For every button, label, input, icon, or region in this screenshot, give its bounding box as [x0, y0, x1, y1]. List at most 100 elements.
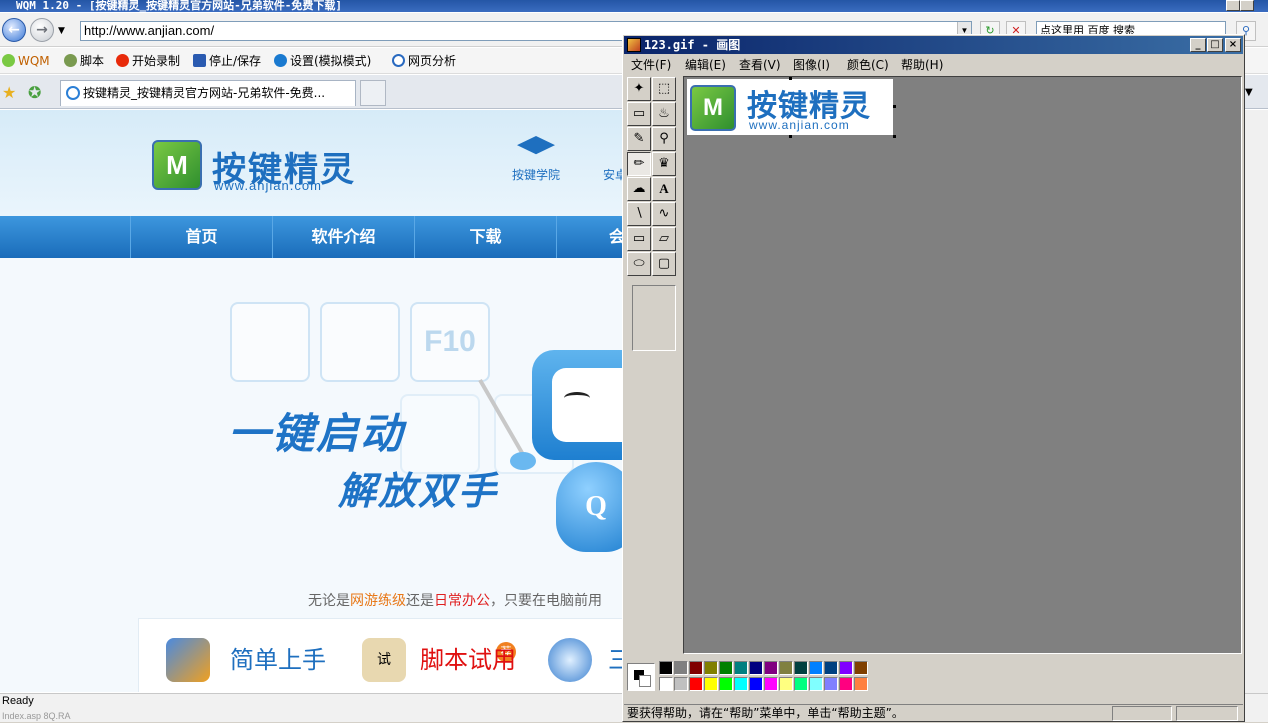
tab-list-icon[interactable]: ▼: [1245, 87, 1253, 98]
color-swatch[interactable]: [824, 677, 838, 691]
nav-member[interactable]: 会: [556, 216, 626, 258]
wqm-menu[interactable]: WQM: [2, 53, 50, 69]
color-swatch[interactable]: [794, 661, 808, 675]
back-button[interactable]: ←: [2, 18, 26, 42]
add-favorite-icon[interactable]: ✪: [28, 83, 41, 102]
easy-start-icon: [166, 638, 210, 682]
menu-view[interactable]: 查看(V): [739, 57, 781, 73]
script-button[interactable]: 脚本: [64, 53, 104, 69]
color-swatch[interactable]: [779, 677, 793, 691]
wand-tip: [510, 452, 536, 470]
history-dropdown-icon[interactable]: ▼: [58, 26, 65, 36]
color-swatch[interactable]: [749, 661, 763, 675]
paint-title: 123.gif - 画图: [644, 38, 741, 52]
color-swatch[interactable]: [689, 677, 703, 691]
color-swatch[interactable]: [779, 661, 793, 675]
magnifier-tool-icon[interactable]: ⚲: [652, 127, 676, 151]
menu-colors[interactable]: 颜色(C): [847, 57, 889, 73]
tool-options-box[interactable]: [632, 285, 676, 351]
page-scrollbar[interactable]: [1244, 110, 1268, 693]
paint-window: 123.gif - 画图 _ □ × 文件(F) 编辑(E) 查看(V) 图像(…: [622, 34, 1245, 722]
favorites-star-icon[interactable]: ★: [2, 83, 16, 102]
color-swatch[interactable]: [719, 661, 733, 675]
slogan-line-2: 解放双手: [338, 469, 499, 513]
color-swatch[interactable]: [689, 661, 703, 675]
address-text: http://www.anjian.com/: [84, 23, 215, 38]
curve-tool-icon[interactable]: ∿: [652, 202, 676, 226]
menu-help[interactable]: 帮助(H): [901, 57, 943, 73]
tab-anjian[interactable]: 按键精灵_按键精灵官方网站-兄弟软件-免费...: [60, 80, 356, 106]
text-tool-icon[interactable]: A: [652, 177, 676, 201]
color-swatch[interactable]: [854, 661, 868, 675]
settings-button[interactable]: 设置(模拟模式): [274, 53, 371, 69]
script-icon: [64, 54, 77, 67]
fill-tool-icon[interactable]: ♨: [652, 102, 676, 126]
color-swatch[interactable]: [734, 677, 748, 691]
paint-canvas-area[interactable]: [683, 76, 1242, 654]
color-swatch[interactable]: [764, 677, 778, 691]
line-tool-icon[interactable]: ∖: [627, 202, 651, 226]
key-tile-f10: F10: [410, 302, 490, 382]
nav-download[interactable]: 下载: [414, 216, 556, 258]
color-swatch[interactable]: [719, 677, 733, 691]
color-swatch[interactable]: [794, 677, 808, 691]
color-swatch[interactable]: [839, 677, 853, 691]
maximize-button[interactable]: [1240, 0, 1254, 11]
brush-tool-icon[interactable]: ♛: [652, 152, 676, 176]
stop-save-button[interactable]: 停止/保存: [193, 53, 261, 69]
color-swatch[interactable]: [824, 661, 838, 675]
menu-image[interactable]: 图像(I): [793, 57, 830, 73]
color-swatch[interactable]: [659, 661, 673, 675]
current-colors[interactable]: [627, 663, 655, 691]
nav-intro[interactable]: 软件介绍: [272, 216, 414, 258]
color-swatch[interactable]: [764, 661, 778, 675]
resize-handle[interactable]: [789, 135, 792, 138]
rect-select-tool-icon[interactable]: ⬚: [652, 77, 676, 101]
minimize-button[interactable]: [1226, 0, 1240, 11]
new-tab-button[interactable]: [360, 80, 386, 106]
menu-edit[interactable]: 编辑(E): [685, 57, 726, 73]
color-swatch[interactable]: [749, 677, 763, 691]
color-swatch[interactable]: [704, 661, 718, 675]
airbrush-tool-icon[interactable]: ☁: [627, 177, 651, 201]
color-swatch[interactable]: [809, 677, 823, 691]
paint-canvas-image[interactable]: M 按键精灵 www.anjian.com: [687, 79, 893, 135]
feature-trial[interactable]: 脚本试用: [420, 640, 516, 675]
color-swatch[interactable]: [674, 661, 688, 675]
rectangle-tool-icon[interactable]: ▭: [627, 227, 651, 251]
color-swatch[interactable]: [674, 677, 688, 691]
color-swatch[interactable]: [659, 677, 673, 691]
polygon-tool-icon[interactable]: ▱: [652, 227, 676, 251]
analysis-button[interactable]: 网页分析: [392, 53, 456, 69]
rounded-rect-tool-icon[interactable]: ▢: [652, 252, 676, 276]
slogan-line-1: 一键启动: [228, 409, 405, 458]
color-swatch[interactable]: [704, 677, 718, 691]
ellipse-tool-icon[interactable]: ⬭: [627, 252, 651, 276]
color-swatch[interactable]: [734, 661, 748, 675]
free-select-tool-icon[interactable]: ✦: [627, 77, 651, 101]
school-link[interactable]: 按键学院: [506, 136, 566, 183]
resize-handle[interactable]: [893, 105, 896, 108]
color-swatch[interactable]: [839, 661, 853, 675]
feature-easy[interactable]: 简单上手: [230, 640, 326, 675]
paint-close-button[interactable]: ×: [1225, 38, 1241, 52]
browser-title: WQM 1.20 - [按键精灵_按键精灵官方网站-兄弟软件-免费下载]: [16, 0, 342, 12]
paint-title-bar[interactable]: 123.gif - 画图 _ □ ×: [624, 36, 1243, 54]
menu-file[interactable]: 文件(F): [631, 57, 671, 73]
record-button[interactable]: 开始录制: [116, 53, 180, 69]
paint-status-bar: 要获得帮助，请在“帮助”菜单中，单击“帮助主题”。: [624, 704, 1243, 721]
pencil-tool-icon[interactable]: ✏: [627, 152, 651, 176]
eraser-tool-icon[interactable]: ▭: [627, 102, 651, 126]
nav-home[interactable]: 首页: [130, 216, 272, 258]
paint-minimize-button[interactable]: _: [1190, 38, 1206, 52]
key-tile: [320, 302, 400, 382]
color-swatch[interactable]: [854, 677, 868, 691]
color-swatch[interactable]: [809, 661, 823, 675]
forward-button[interactable]: →: [30, 18, 54, 42]
intro-text: 无论是网游练级还是日常办公，只要在电脑前用: [308, 593, 602, 609]
site-logo-icon[interactable]: M: [152, 140, 202, 190]
resize-handle[interactable]: [789, 77, 792, 80]
pick-color-tool-icon[interactable]: ✎: [627, 127, 651, 151]
resize-handle[interactable]: [893, 135, 896, 138]
paint-maximize-button[interactable]: □: [1207, 38, 1223, 52]
